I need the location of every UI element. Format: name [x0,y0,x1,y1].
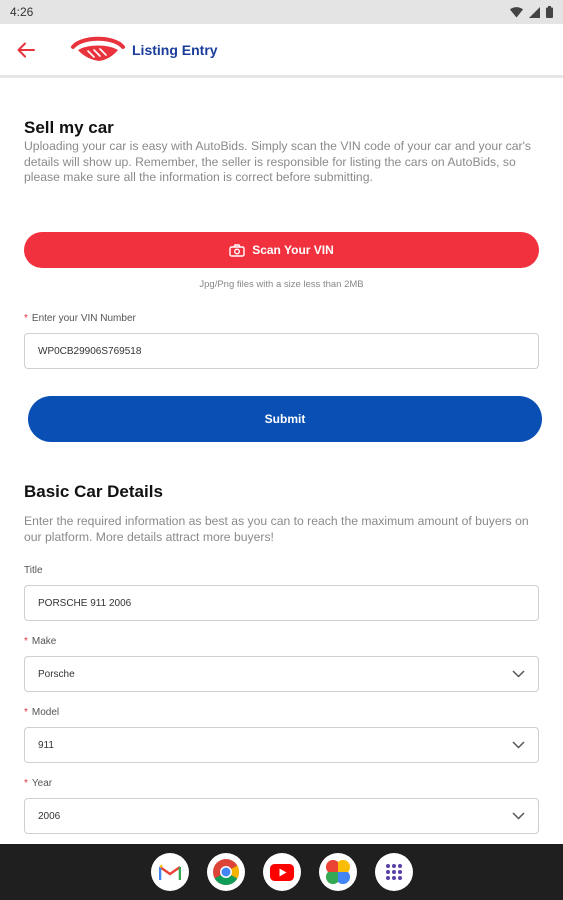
vin-label-text: Enter your VIN Number [31,313,136,324]
sell-heading: Sell my car [24,118,114,137]
page-title: Listing Entry [132,42,218,58]
file-hint: Jpg/Png files with a size less than 2MB [199,279,364,290]
basic-details-description: Enter the required information as best a… [24,514,529,544]
basic-details-heading: Basic Car Details [24,482,163,501]
make-select-value: Porsche [38,668,75,680]
year-select[interactable]: 2006 [24,798,539,834]
chevron-down-icon [512,741,525,749]
submit-button[interactable]: Submit [28,396,542,442]
gmail-icon[interactable] [150,853,189,891]
model-label: * Model [24,707,59,718]
status-time: 4:26 [10,5,34,19]
form-content[interactable]: Sell my car Uploading your car is easy w… [0,78,563,844]
taskbar [0,844,563,900]
youtube-icon[interactable] [262,853,301,891]
vin-input-value: WP0CB29906S769518 [38,345,142,357]
model-select-value: 911 [38,739,54,751]
year-select-value: 2006 [38,810,61,822]
arrow-left-icon [17,42,35,58]
photos-icon[interactable] [318,853,357,891]
required-asterisk: * [24,636,28,647]
chevron-down-icon [512,812,525,820]
battery-icon [546,6,553,18]
autobids-logo [70,35,126,65]
vin-label: * Enter your VIN Number [24,313,136,324]
vin-input[interactable]: WP0CB29906S769518 [24,333,539,369]
required-asterisk: * [24,778,28,789]
chrome-icon[interactable] [206,853,245,891]
sell-description: Uploading your car is easy with AutoBids… [24,139,531,184]
make-label-text: Make [31,636,57,647]
title-label: Title [24,565,43,576]
app-bar: Listing Entry [0,24,563,76]
make-select[interactable]: Porsche [24,656,539,692]
status-bar: 4:26 [0,0,563,24]
status-icons [510,6,553,18]
submit-label: Submit [264,412,306,426]
scan-vin-button[interactable]: Scan Your VIN [24,232,539,268]
year-label: * Year [24,778,52,789]
model-label-text: Model [31,707,60,718]
camera-icon [229,243,245,257]
back-button[interactable] [2,24,50,76]
year-label-text: Year [31,778,53,789]
make-label: * Make [24,636,56,647]
title-input[interactable]: PORSCHE 911 2006 [24,585,539,621]
app-drawer-icon[interactable] [374,853,413,891]
handshake-logo-icon [71,36,125,61]
scan-vin-label: Scan Your VIN [252,243,334,257]
wifi-icon [510,6,523,17]
title-input-value: PORSCHE 911 2006 [38,597,132,609]
required-asterisk: * [24,707,28,718]
model-select[interactable]: 911 [24,727,539,763]
chevron-down-icon [512,670,525,678]
required-asterisk: * [24,313,28,324]
signal-icon [529,6,540,18]
